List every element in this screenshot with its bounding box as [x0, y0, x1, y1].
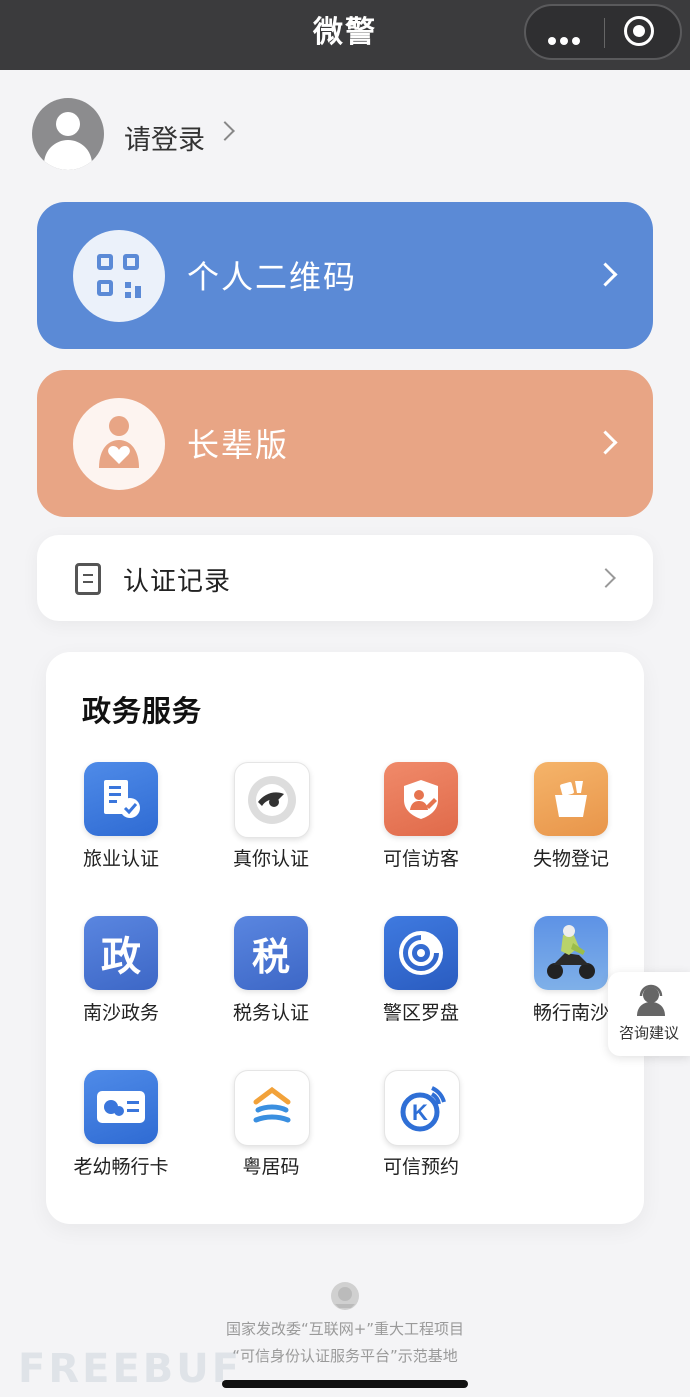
- service-label: 南沙政务: [82, 1002, 159, 1024]
- yue-residence-code-icon: [234, 1070, 310, 1146]
- customer-service-icon: [637, 984, 665, 1016]
- service-label: 老幼畅行卡: [73, 1156, 169, 1178]
- trusted-booking-icon: K: [384, 1070, 460, 1146]
- service-lost-item[interactable]: 失物登记: [496, 760, 646, 890]
- service-label: 失物登记: [532, 848, 609, 870]
- login-row[interactable]: 请登录: [32, 98, 432, 172]
- real-you-certify-icon: [234, 762, 310, 838]
- gov-services-panel: 政务服务 旅业认证 真你认证 可信访客 失物登记 政 南沙政务 税 税务认证 警…: [46, 652, 644, 1224]
- close-mini-program-icon[interactable]: [624, 16, 654, 46]
- elder-version-card[interactable]: 长辈版: [37, 370, 653, 517]
- watermark: FREEBUF: [18, 1346, 243, 1392]
- lost-item-icon: [534, 762, 608, 836]
- trusted-visitor-icon: [384, 762, 458, 836]
- consult-label: 咨询建议: [618, 1024, 679, 1042]
- service-label: 可信预约: [382, 1156, 459, 1178]
- chevron-right-icon: [215, 121, 235, 141]
- chevron-right-icon: [593, 262, 618, 287]
- service-label: 税务认证: [232, 1002, 309, 1024]
- capsule-divider: [604, 18, 605, 48]
- service-police-compass[interactable]: 警区罗盘: [346, 914, 496, 1044]
- hotel-certify-icon: [84, 762, 158, 836]
- police-compass-icon: [384, 916, 458, 990]
- more-icon[interactable]: [548, 30, 584, 49]
- trusted-booking-glyph: K: [412, 1100, 428, 1125]
- service-elder-child-card[interactable]: 老幼畅行卡: [46, 1068, 196, 1198]
- auth-record-label: 认证记录: [123, 567, 232, 597]
- tax-certify-glyph: 税: [251, 934, 290, 979]
- traffic-nansha-icon: [534, 916, 608, 990]
- login-label[interactable]: 请登录: [124, 118, 205, 157]
- home-indicator: [222, 1380, 468, 1388]
- elder-version-label: 长辈版: [187, 426, 290, 464]
- service-real-you-certify[interactable]: 真你认证: [196, 760, 346, 890]
- nansha-gov-glyph: 政: [101, 934, 141, 980]
- mini-program-capsule: [524, 4, 682, 60]
- tax-certify-icon: 税: [234, 916, 308, 990]
- auth-record-row[interactable]: 认证记录: [37, 535, 653, 621]
- footer-line-1: 国家发改委“互联网+”重大工程项目: [225, 1320, 465, 1338]
- service-trusted-booking[interactable]: K 可信预约: [346, 1068, 496, 1198]
- police-emblem-icon: [331, 1282, 359, 1310]
- personal-qr-label: 个人二维码: [187, 258, 358, 296]
- chevron-right-icon: [593, 430, 618, 455]
- avatar[interactable]: [32, 98, 104, 170]
- qr-code-icon: [73, 230, 165, 322]
- personal-qr-card[interactable]: 个人二维码: [37, 202, 653, 349]
- service-nansha-gov[interactable]: 政 南沙政务: [46, 914, 196, 1044]
- nansha-gov-icon: 政: [84, 916, 158, 990]
- elder-child-card-icon: [84, 1070, 158, 1144]
- service-hotel-certify[interactable]: 旅业认证: [46, 760, 196, 890]
- service-label: 粤居码: [242, 1156, 300, 1178]
- service-label: 可信访客: [382, 848, 459, 870]
- service-label: 警区罗盘: [382, 1002, 459, 1024]
- elder-person-heart-icon: [73, 398, 165, 490]
- consult-suggestion-button[interactable]: 咨询建议: [608, 972, 690, 1056]
- gov-services-heading: 政务服务: [82, 694, 203, 728]
- service-tax-certify[interactable]: 税 税务认证: [196, 914, 346, 1044]
- service-label: 真你认证: [232, 848, 309, 870]
- chevron-right-icon: [596, 568, 616, 588]
- document-icon: [75, 563, 101, 595]
- service-label: 旅业认证: [82, 848, 159, 870]
- service-yue-residence-code[interactable]: 粤居码: [196, 1068, 346, 1198]
- top-bar: 微警: [0, 0, 690, 70]
- service-trusted-visitor[interactable]: 可信访客: [346, 760, 496, 890]
